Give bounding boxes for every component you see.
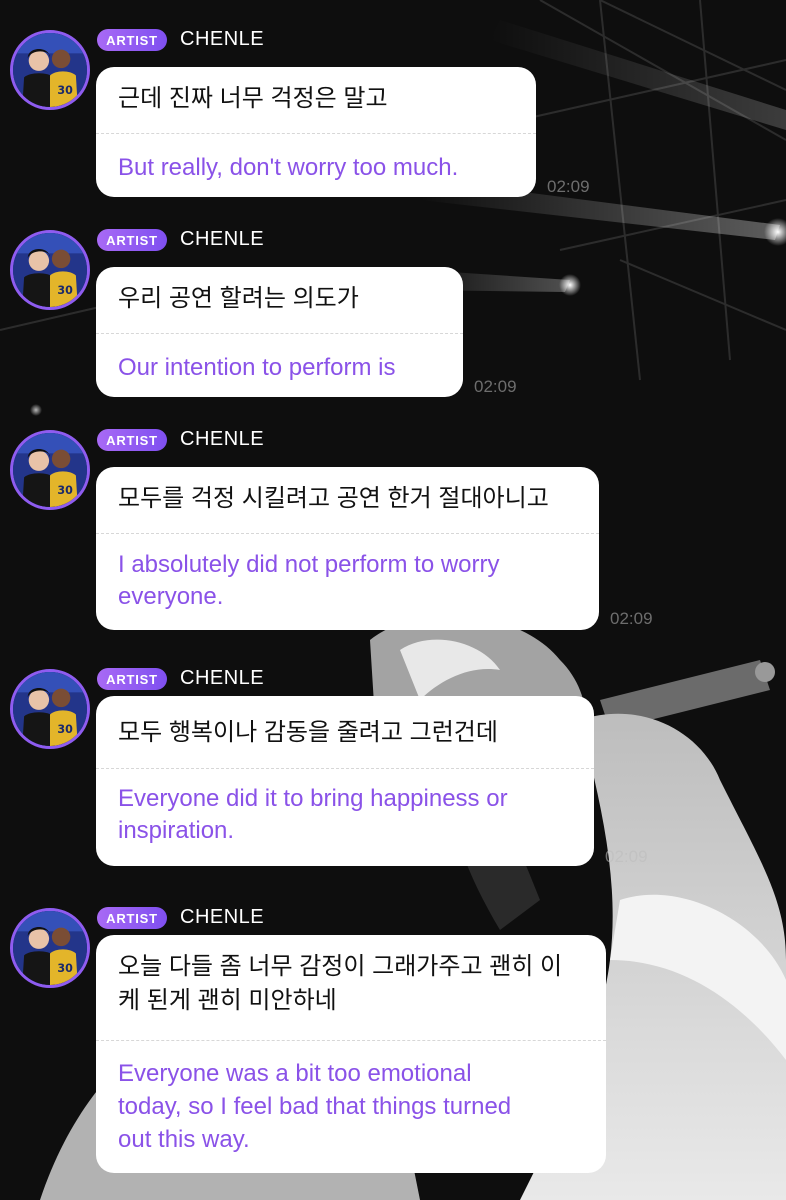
translated-text: I absolutely did not perform to worry (118, 551, 500, 578)
original-text: 모두를 걱정 시킬려고 공연 한거 절대아니고 (118, 485, 549, 512)
message-time: 02:09 (474, 377, 517, 396)
artist-badge: ARTIST (97, 29, 167, 51)
translated-text: But really, don't worry too much. (118, 154, 459, 181)
svg-text:30: 30 (57, 962, 73, 975)
original-text: 케 된게 괜히 미안하네 (118, 987, 337, 1014)
translated-text: Everyone did it to bring happiness or (118, 785, 508, 812)
artist-badge: ARTIST (97, 668, 167, 690)
svg-text:30: 30 (57, 723, 73, 736)
original-text: 모두 행복이나 감동을 줄려고 그런건데 (118, 719, 498, 746)
author-name[interactable]: CHENLE (180, 906, 264, 929)
original-text: 근데 진짜 너무 걱정은 말고 (118, 85, 388, 112)
message-bubble[interactable]: 우리 공연 할려는 의도가 Our intention to perform i… (96, 267, 463, 397)
translation-divider (96, 533, 599, 534)
message-bubble[interactable]: 근데 진짜 너무 걱정은 말고 But really, don't worry … (96, 67, 536, 197)
translated-text: everyone. (118, 583, 224, 610)
translation-divider (96, 768, 594, 769)
translated-text: inspiration. (118, 817, 235, 844)
svg-text:30: 30 (57, 284, 73, 297)
message-bubble[interactable]: 오늘 다들 좀 너무 감정이 그래가주고 괜히 이 케 된게 괜히 미안하네 E… (96, 935, 606, 1173)
svg-text:30: 30 (57, 484, 73, 497)
translated-text: Our intention to perform is (118, 354, 396, 381)
message-bubble[interactable]: 모두 행복이나 감동을 줄려고 그런건데 Everyone did it to … (96, 696, 594, 866)
original-text: 오늘 다들 좀 너무 감정이 그래가주고 괜히 이 (118, 953, 563, 980)
author-name[interactable]: CHENLE (180, 228, 264, 251)
translated-text: Everyone was a bit too emotional (118, 1060, 472, 1087)
message-time: 02:09 (547, 177, 590, 196)
chat-message: 30 ARTIST CHENLE 근데 진짜 너무 걱정은 말고 But rea… (0, 22, 786, 212)
author-name[interactable]: CHENLE (180, 428, 264, 451)
translated-text: today, so I feel bad that things turned (118, 1093, 512, 1120)
avatar[interactable]: 30 (10, 230, 90, 310)
translation-divider (96, 133, 536, 134)
avatar[interactable]: 30 (10, 908, 90, 988)
artist-badge: ARTIST (97, 429, 167, 451)
original-text: 우리 공연 할려는 의도가 (118, 285, 359, 312)
avatar[interactable]: 30 (10, 30, 90, 110)
translation-divider (96, 333, 463, 334)
message-time: 02:09 (610, 609, 653, 628)
translated-text: out this way. (118, 1126, 250, 1153)
message-time: 02:09 (605, 847, 648, 866)
translation-divider (96, 1040, 606, 1041)
message-bubble[interactable]: 모두를 걱정 시킬려고 공연 한거 절대아니고 I absolutely did… (96, 467, 599, 630)
chat-message: 30 ARTIST CHENLE 우리 공연 할려는 의도가 Our inten… (0, 222, 786, 412)
author-name[interactable]: CHENLE (180, 28, 264, 51)
avatar[interactable]: 30 (10, 430, 90, 510)
artist-badge: ARTIST (97, 229, 167, 251)
avatar[interactable]: 30 (10, 669, 90, 749)
author-name[interactable]: CHENLE (180, 667, 264, 690)
chat-message: 30 ARTIST CHENLE 모두 행복이나 감동을 줄려고 그런건데 Ev… (0, 661, 786, 871)
svg-text:30: 30 (57, 84, 73, 97)
artist-badge: ARTIST (97, 907, 167, 929)
chat-message: 30 ARTIST CHENLE 오늘 다들 좀 너무 감정이 그래가주고 괜히… (0, 900, 786, 1200)
chat-message: 30 ARTIST CHENLE 모두를 걱정 시킬려고 공연 한거 절대아니고… (0, 422, 786, 632)
